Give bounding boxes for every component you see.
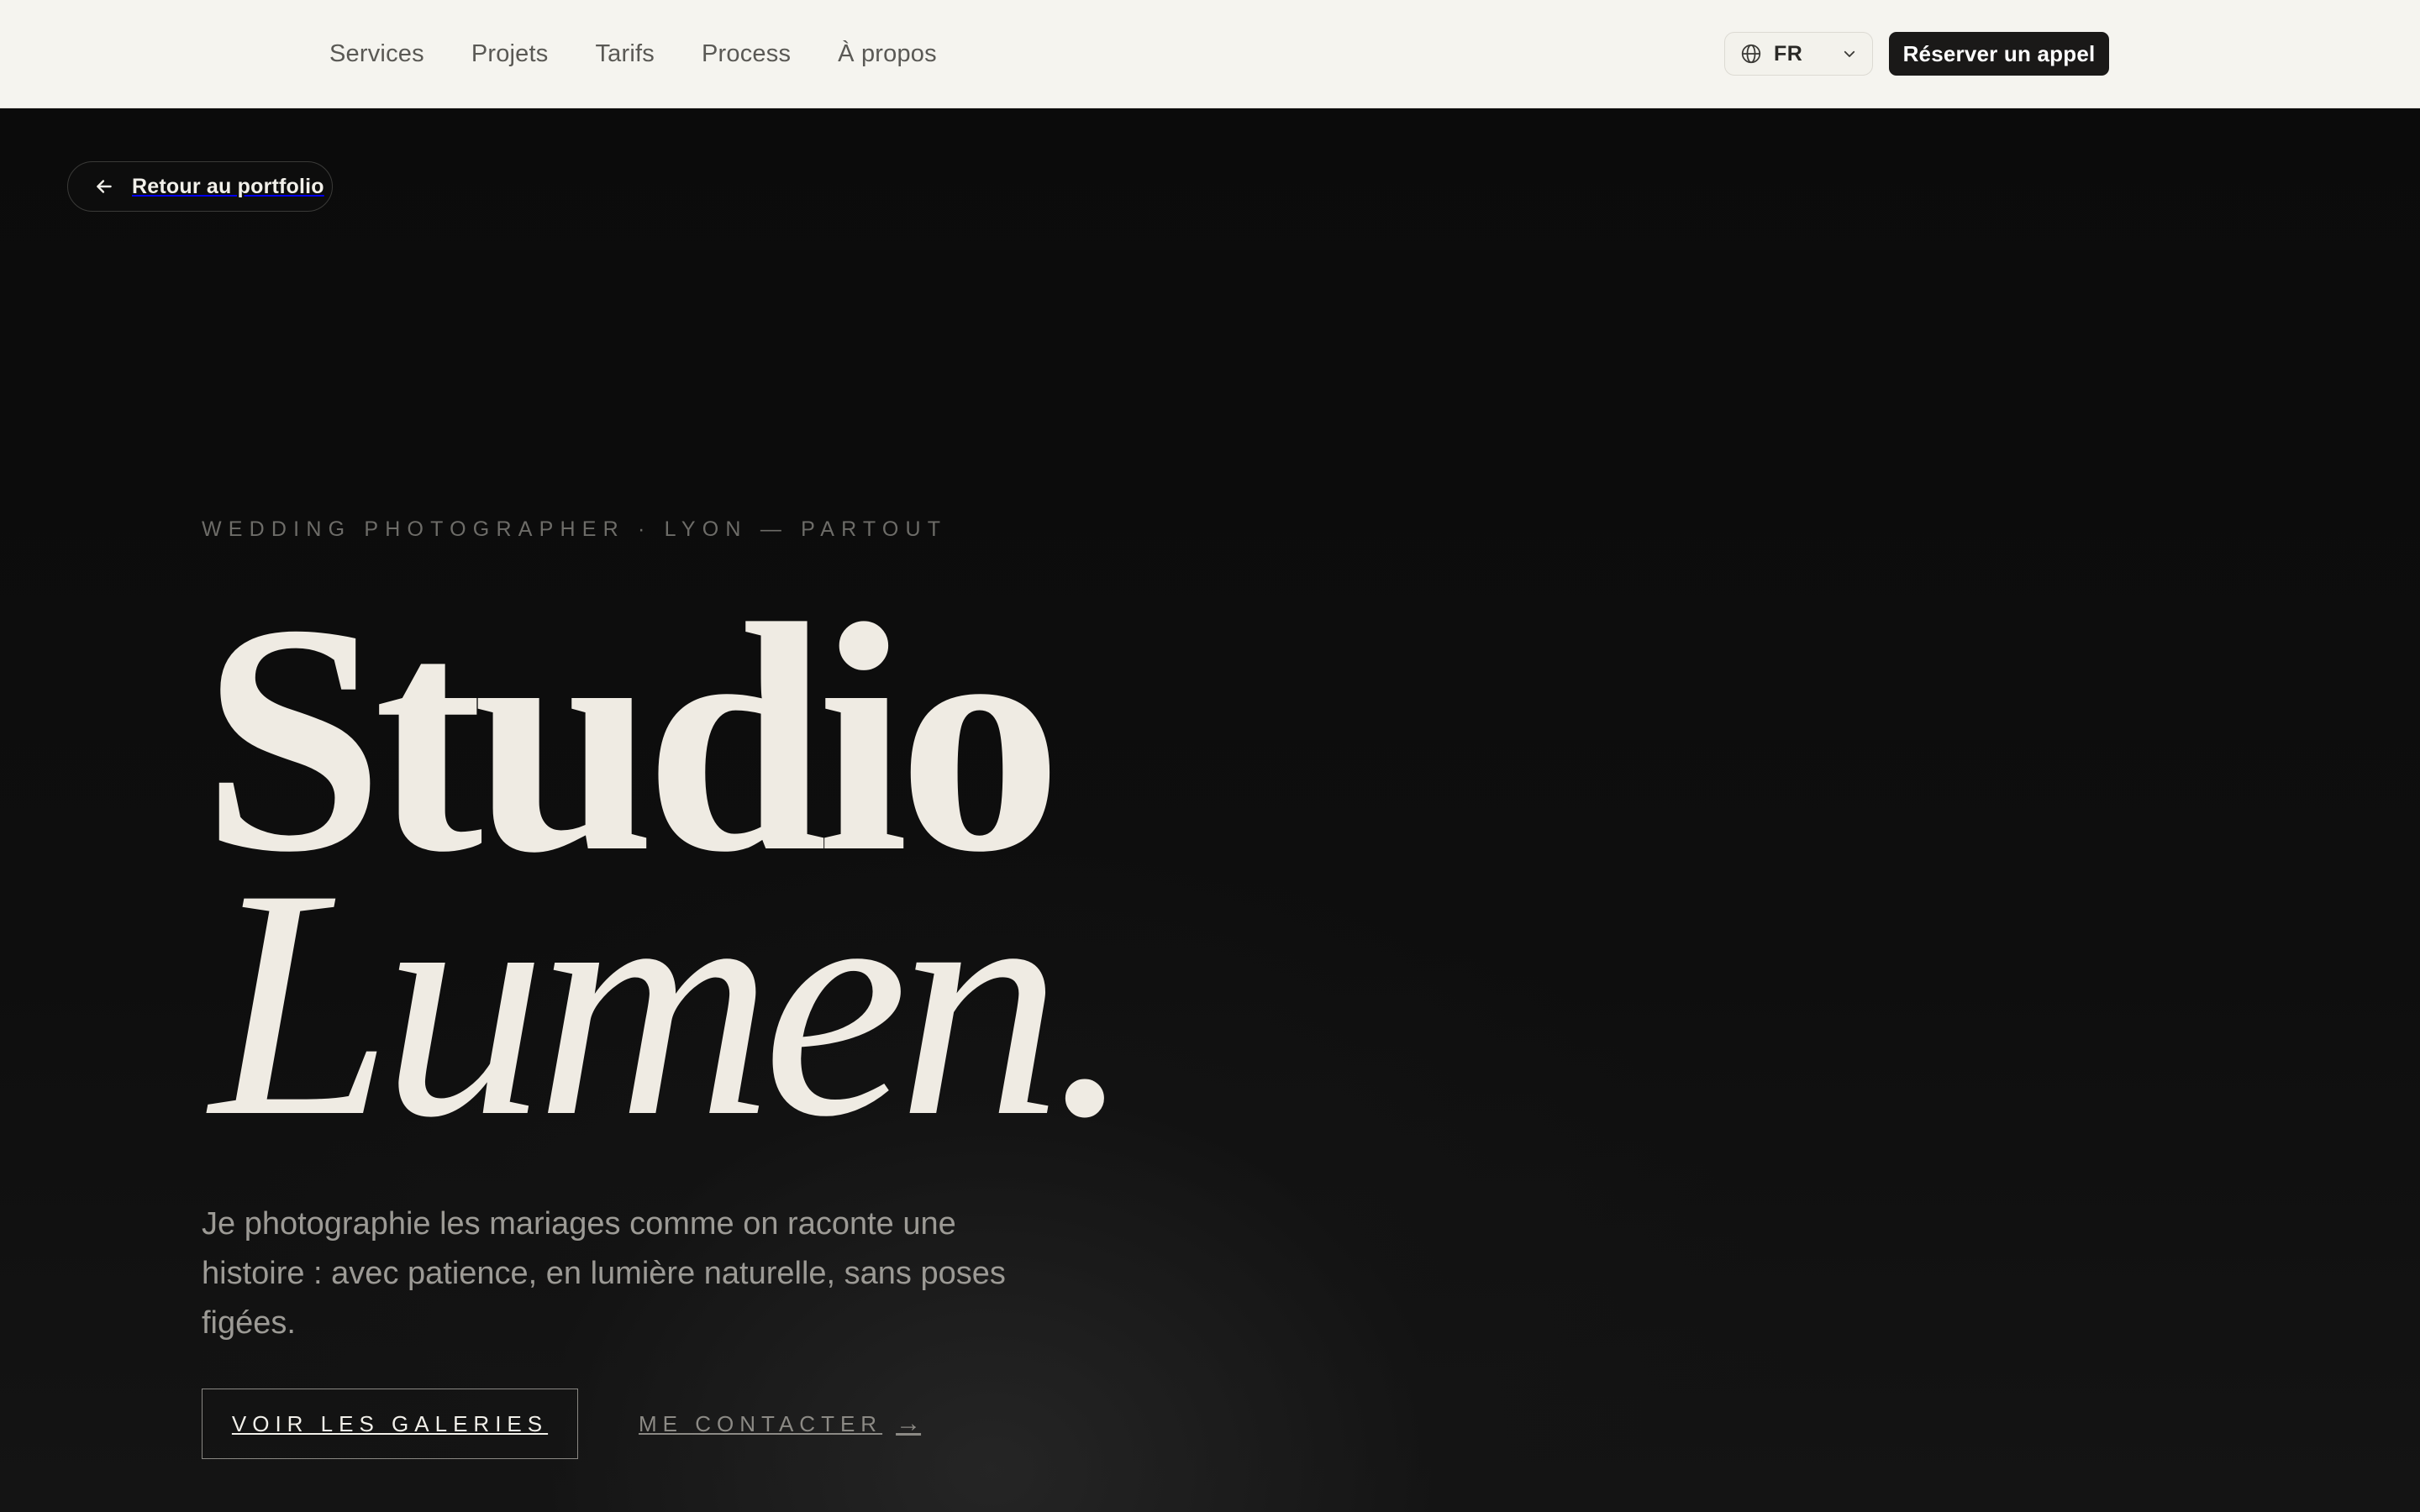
nav-link-process[interactable]: Process (702, 40, 791, 68)
hero-eyebrow: WEDDING PHOTOGRAPHER · LYON — PARTOUT (202, 517, 948, 541)
nav-link-projets[interactable]: Projets (471, 40, 549, 68)
arrow-left-icon (93, 176, 115, 197)
contact-me-link[interactable]: ME CONTACTER → (639, 1389, 921, 1459)
back-to-portfolio-button[interactable]: Retour au portfolio (67, 161, 333, 212)
chevron-down-icon (1842, 46, 1857, 61)
nav-link-services[interactable]: Services (329, 40, 424, 68)
main-nav: Services Projets Tarifs Process À propos (329, 0, 937, 108)
arrow-right-icon: → (896, 1410, 922, 1437)
hero-lead-text: Je photographie les mariages comme on ra… (202, 1206, 1006, 1341)
contact-me-label: ME CONTACTER (639, 1410, 883, 1436)
view-galleries-button[interactable]: VOIR LES GALERIES (202, 1389, 578, 1459)
language-selector[interactable]: FR (1724, 32, 1873, 76)
nav-link-a-propos[interactable]: À propos (838, 40, 937, 68)
hero-title-line2: Lumen. (210, 822, 1134, 1184)
nav-link-tarifs[interactable]: Tarifs (595, 40, 655, 68)
back-to-portfolio-label: Retour au portfolio (132, 174, 324, 198)
book-call-button[interactable]: Réserver un appel (1889, 32, 2109, 76)
language-code: FR (1774, 41, 1803, 66)
hero-section: Retour au portfolio WEDDING PHOTOGRAPHER… (0, 108, 2420, 1512)
globe-icon (1740, 43, 1762, 65)
top-navigation-bar: Services Projets Tarifs Process À propos… (0, 0, 2420, 108)
